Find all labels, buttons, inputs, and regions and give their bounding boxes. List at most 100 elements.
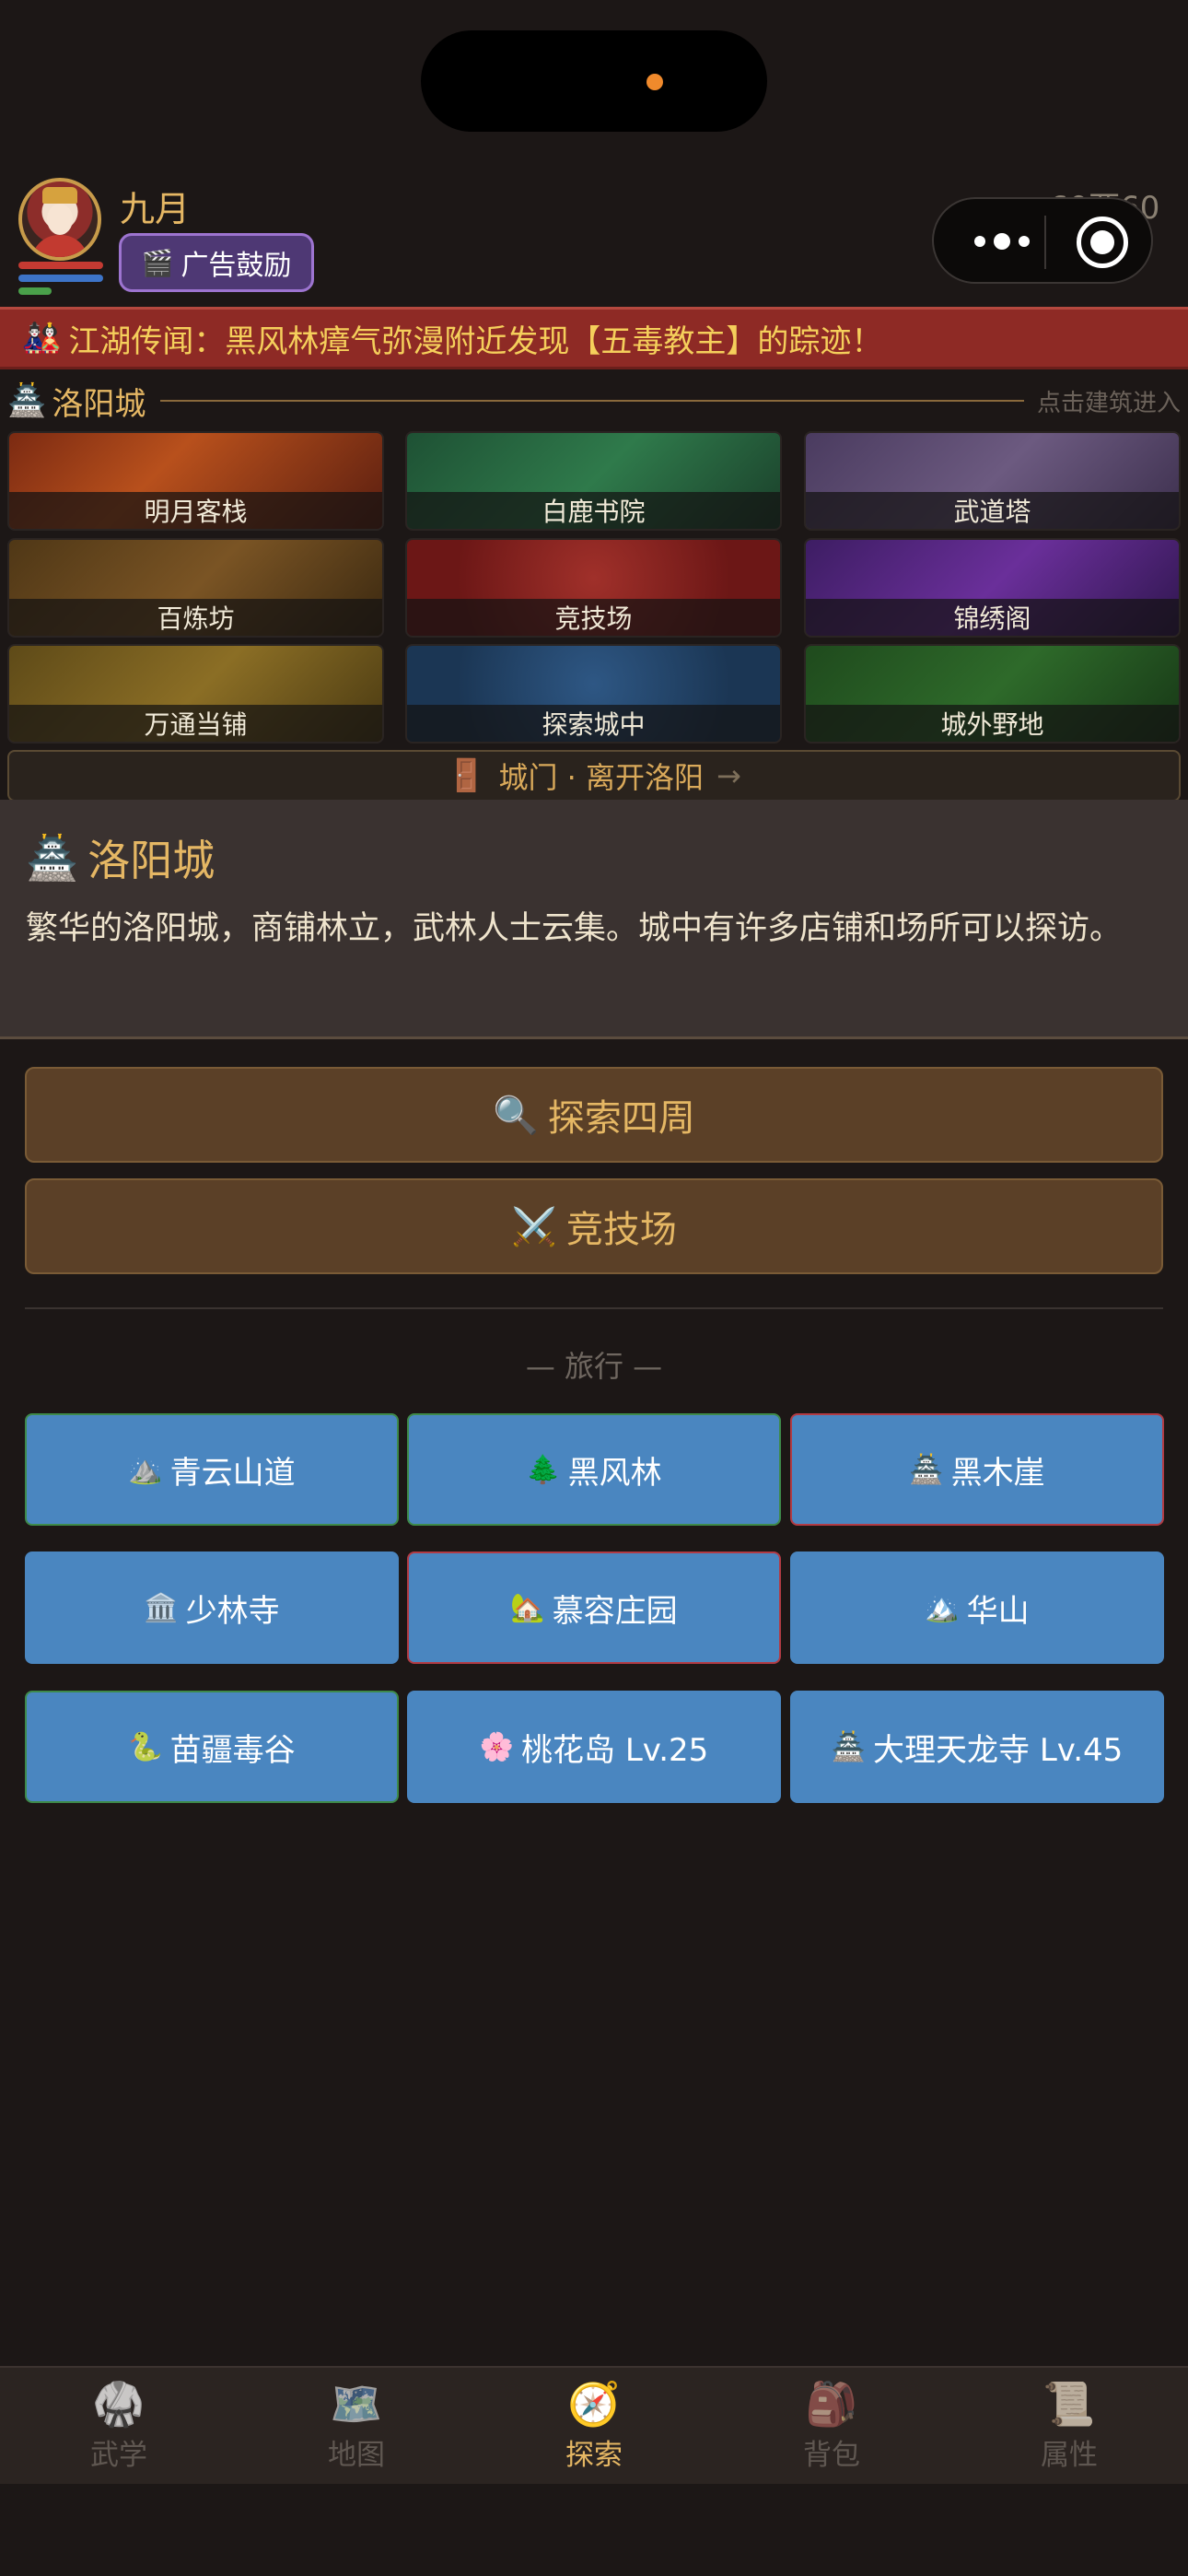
location-description-panel: 🏯 洛阳城 繁华的洛阳城，商铺林立，武林人士云集。城中有许多店铺和场所可以探访。 [0, 800, 1188, 1039]
building-tile[interactable]: 白鹿书院 [405, 431, 782, 531]
travel-section-title: — 旅行 — [525, 1349, 663, 1384]
nav-item-backpack[interactable]: 🎒 背包 [713, 2368, 950, 2484]
building-label: 万通当铺 [9, 705, 382, 742]
ad-reward-button[interactable]: 🎬 广告鼓励 [119, 233, 314, 292]
building-label: 白鹿书院 [407, 492, 780, 529]
building-label: 武道塔 [806, 492, 1179, 529]
map-icon: 🗺️ [330, 2378, 383, 2429]
door-icon: 🚪 [447, 757, 486, 794]
explore-label: 探索四周 [547, 1097, 695, 1140]
city-name-label: 洛阳城 [52, 385, 146, 423]
snake-icon: 🐍 [128, 1730, 163, 1763]
location-description: 繁华的洛阳城，商铺林立，武林人士云集。城中有许多店铺和场所可以探访。 [26, 910, 1123, 947]
clapperboard-icon: 🎬 [141, 247, 174, 278]
player-name: 九月 [120, 189, 191, 229]
destination-label: 大理天龙寺 Lv.45 [873, 1731, 1124, 1769]
nav-label: 属性 [1041, 2438, 1098, 2472]
destination-label: 桃花岛 Lv.25 [521, 1731, 709, 1769]
castle-icon: 🏯 [909, 1453, 944, 1486]
explore-icon: 🧭 [567, 2378, 621, 2429]
location-title-label: 洛阳城 [87, 836, 215, 885]
destination-button[interactable]: 🏡 慕容庄园 [407, 1551, 781, 1664]
nav-label: 探索 [565, 2438, 623, 2472]
blossom-icon: 🌸 [479, 1730, 515, 1763]
building-label: 探索城中 [407, 705, 780, 742]
martial-arts-icon: 🥋 [92, 2378, 146, 2429]
destination-button[interactable]: 🌲 黑风林 [407, 1413, 781, 1526]
building-tile[interactable]: 探索城中 [405, 644, 782, 744]
lantern-icon: 🎎 [22, 320, 62, 357]
tree-icon: 🌲 [526, 1453, 561, 1486]
nav-item-map[interactable]: 🗺️ 地图 [238, 2368, 475, 2484]
building-tile[interactable]: 城外野地 [804, 644, 1181, 744]
backpack-icon: 🎒 [805, 2378, 858, 2429]
bottom-nav: 🥋 武学 🗺️ 地图 🧭 探索 🎒 背包 📜 属性 [0, 2366, 1188, 2484]
building-label: 锦绣阁 [806, 599, 1179, 636]
nav-item-martial-arts[interactable]: 🥋 武学 [0, 2368, 238, 2484]
building-label: 明月客栈 [9, 492, 382, 529]
destination-button[interactable]: 🌸 桃花岛 Lv.25 [407, 1691, 781, 1803]
destination-button[interactable]: 🏛️ 少林寺 [25, 1551, 399, 1664]
building-label: 城外野地 [806, 705, 1179, 742]
snow-mountain-icon: 🏔️ [925, 1591, 960, 1624]
dynamic-island [421, 30, 767, 132]
destination-label: 黑木崖 [950, 1454, 1045, 1492]
building-tile[interactable]: 万通当铺 [7, 644, 384, 744]
nav-label: 武学 [90, 2438, 147, 2472]
nav-item-explore[interactable]: 🧭 探索 [475, 2368, 713, 2484]
pagoda-icon: 🏯 [7, 382, 47, 419]
crossed-swords-icon: ⚔️ [511, 1205, 557, 1248]
building-label: 百炼坊 [9, 599, 382, 636]
building-tile[interactable]: 百炼坊 [7, 538, 384, 638]
player-avatar[interactable] [18, 178, 101, 261]
arena-label: 竞技场 [565, 1209, 677, 1251]
capsule-divider [1044, 216, 1046, 269]
destination-label: 苗疆毒谷 [169, 1731, 296, 1769]
destination-button[interactable]: 🏔️ 华山 [790, 1551, 1164, 1664]
destination-button[interactable]: 🐍 苗疆毒谷 [25, 1691, 399, 1803]
news-banner: 🎎 江湖传闻：黑风林瘴气弥漫附近发现【五毒教主】的踪迹！ [0, 307, 1188, 369]
arena-button[interactable]: ⚔️ 竞技场 [25, 1178, 1163, 1274]
news-text: 江湖传闻：黑风林瘴气弥漫附近发现【五毒教主】的踪迹！ [68, 322, 883, 360]
destination-label: 少林寺 [185, 1592, 280, 1630]
building-tile[interactable]: 竞技场 [405, 538, 782, 638]
arrow-right-icon: → [716, 758, 741, 793]
attributes-icon: 📜 [1042, 2378, 1096, 2429]
ad-reward-label: 广告鼓励 [181, 250, 292, 282]
nav-item-attributes[interactable]: 📜 属性 [950, 2368, 1188, 2484]
privacy-indicator-dot [646, 74, 663, 90]
destination-label: 青云山道 [169, 1454, 296, 1492]
section-divider [25, 1307, 1163, 1309]
pagoda-icon: 🏯 [26, 832, 79, 883]
gate-label: 城门 · 离开洛阳 [498, 760, 705, 795]
close-miniprogram-icon[interactable] [1077, 217, 1128, 268]
destination-button[interactable]: 🏯 黑木崖 [790, 1413, 1164, 1526]
city-header: 🏯 洛阳城 点击建筑进入 [7, 378, 1181, 424]
city-hint: 点击建筑进入 [1036, 389, 1181, 417]
more-menu-icon[interactable] [974, 225, 1030, 258]
location-title: 🏯 洛阳城 [26, 827, 215, 888]
explore-surroundings-button[interactable]: 🔍 探索四周 [25, 1067, 1163, 1163]
destination-label: 华山 [966, 1592, 1030, 1630]
building-tile[interactable]: 明月客栈 [7, 431, 384, 531]
temple-icon: 🏛️ [144, 1591, 179, 1624]
miniprogram-capsule [932, 197, 1153, 284]
header-divider [160, 400, 1024, 402]
pagoda-icon: 🏯 [831, 1730, 867, 1763]
city-gate-button[interactable]: 🚪 城门 · 离开洛阳 → [7, 750, 1181, 802]
destination-label: 黑风林 [567, 1454, 662, 1492]
building-label: 竞技场 [407, 599, 780, 636]
mountain-icon: ⛰️ [128, 1453, 163, 1486]
health-bar [18, 262, 103, 269]
building-tile[interactable]: 武道塔 [804, 431, 1181, 531]
destination-button[interactable]: 🏯 大理天龙寺 Lv.45 [790, 1691, 1164, 1803]
destination-label: 慕容庄园 [552, 1592, 678, 1630]
city-name: 🏯 洛阳城 [7, 379, 146, 424]
magnifier-icon: 🔍 [493, 1094, 539, 1137]
destination-button[interactable]: ⛰️ 青云山道 [25, 1413, 399, 1526]
house-icon: 🏡 [510, 1591, 545, 1624]
mana-bar [18, 275, 103, 282]
nav-label: 地图 [328, 2438, 385, 2472]
nav-label: 背包 [803, 2438, 860, 2472]
building-tile[interactable]: 锦绣阁 [804, 538, 1181, 638]
